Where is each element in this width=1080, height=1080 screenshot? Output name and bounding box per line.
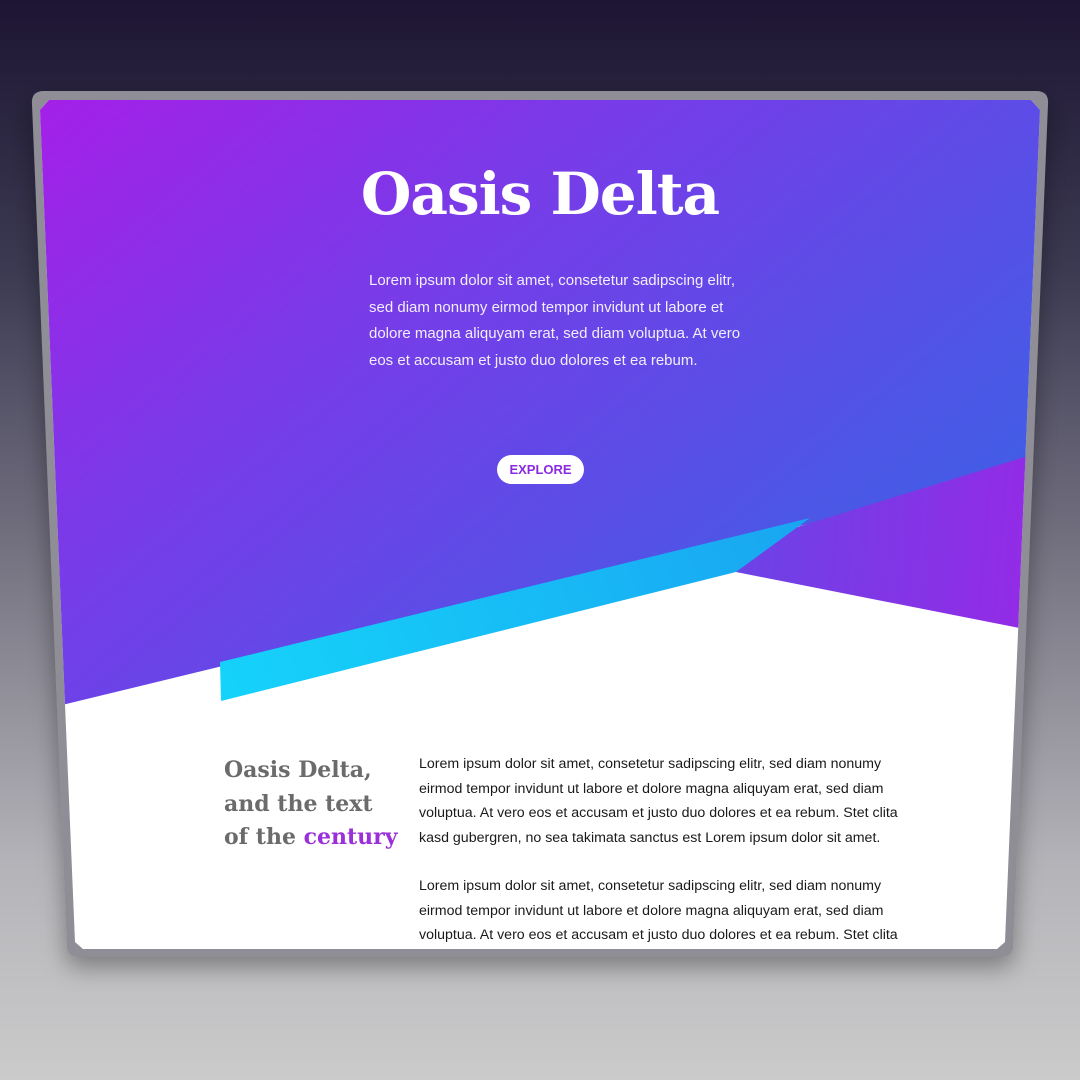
body-paragraph: Lorem ipsum dolor sit amet, consetetur s… [419,878,898,943]
hero-description: Lorem ipsum dolor sit amet, consetetur s… [369,272,741,369]
body-text-column: Lorem ipsum dolor sit amet, consetetur s… [419,752,919,949]
explore-button[interactable]: EXPLORE [497,455,584,484]
section-heading-accent: century [303,824,398,850]
screen-stage: Oasis Delta Lorem ipsum dolor sit amet, … [0,0,1080,1080]
hero-title: Oasis Delta [360,160,720,228]
body-paragraph: Lorem ipsum dolor sit amet, consetetur s… [419,756,898,846]
landing-page: Oasis Delta Lorem ipsum dolor sit amet, … [40,100,1040,949]
section-heading: Oasis Delta, and the text of the century [224,754,404,855]
